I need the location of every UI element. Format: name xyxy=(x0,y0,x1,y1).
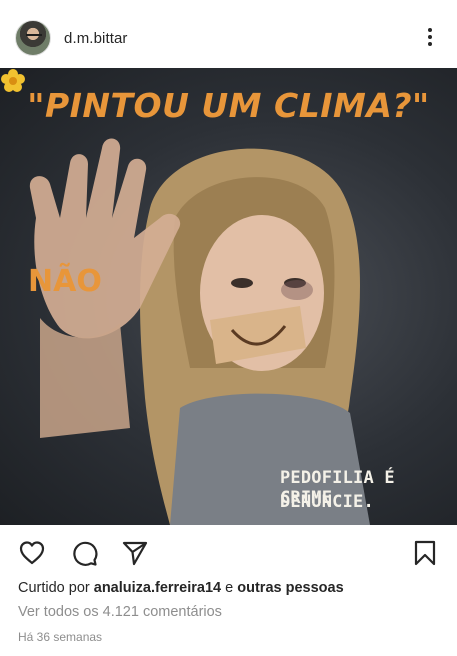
bruise xyxy=(281,280,313,300)
post-header: d.m.bittar xyxy=(0,0,457,68)
image-title-text: "PINTOU UM CLIMA?" xyxy=(27,86,430,125)
image-caption-line2: DENUNCIE. xyxy=(280,492,374,512)
paper-plane-icon[interactable] xyxy=(121,539,149,567)
view-comments-link[interactable]: Ver todos os 4.121 comentários xyxy=(18,604,222,620)
likes-connector: e xyxy=(225,580,234,596)
heart-icon[interactable] xyxy=(18,539,46,567)
more-options-icon[interactable] xyxy=(420,26,440,50)
action-bar xyxy=(0,532,457,572)
avatar-glasses xyxy=(26,34,42,38)
likes-summary: Curtido por analuiza.ferreira14 e outras… xyxy=(18,580,344,596)
bookmark-icon[interactable] xyxy=(411,539,439,567)
likes-others-link[interactable]: outras pessoas xyxy=(237,580,343,596)
post-timestamp: Há 36 semanas xyxy=(18,630,103,644)
flower-icon xyxy=(1,69,25,92)
left-eye xyxy=(231,278,253,288)
post-image[interactable]: "PINTOU UM CLIMA?" NÃO PEDOFILIA É CRIME… xyxy=(0,68,457,525)
comment-bubble-icon[interactable] xyxy=(70,539,98,567)
liked-by-username[interactable]: analuiza.ferreira14 xyxy=(94,580,221,596)
image-hand-text: NÃO xyxy=(28,264,102,299)
avatar[interactable] xyxy=(15,20,51,56)
username[interactable]: d.m.bittar xyxy=(64,30,128,47)
likes-prefix: Curtido por xyxy=(18,580,90,596)
